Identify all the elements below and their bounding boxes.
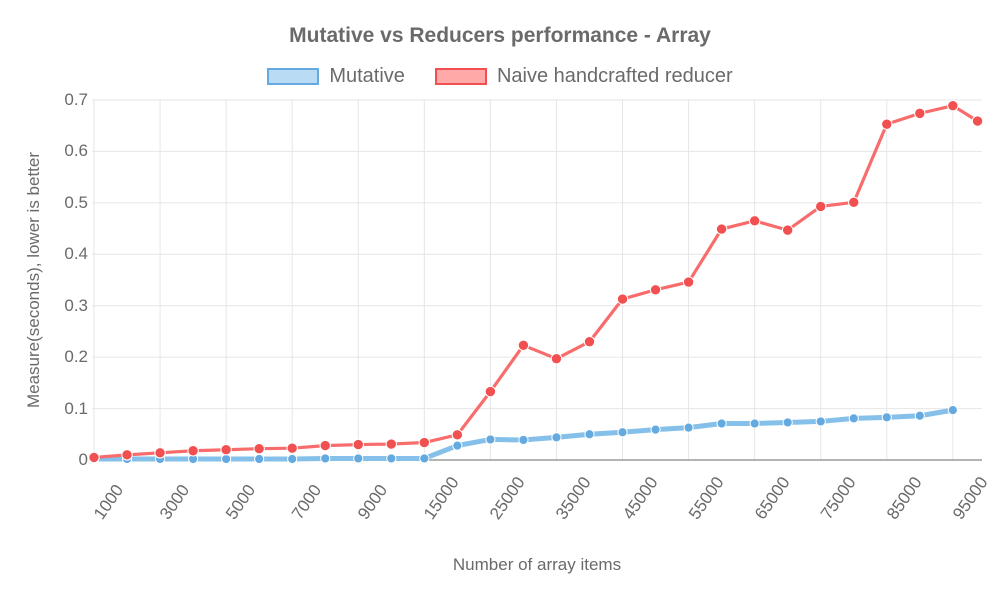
x-tick-labels: 1000 3000 5000 7000 9000 15000 25000 35000 45000… (92, 468, 982, 548)
y-tick: 0.4 (28, 244, 88, 264)
x-tick: 35000 (552, 473, 596, 523)
y-tick: 0.1 (28, 399, 88, 419)
y-tick: 0.3 (28, 296, 88, 316)
legend-swatch-naive (435, 68, 487, 85)
legend-label: Naive handcrafted reducer (497, 65, 733, 88)
legend-item-mutative[interactable]: Mutative (267, 65, 405, 88)
y-tick: 0.7 (28, 90, 88, 110)
y-tick: 0.2 (28, 347, 88, 367)
grid (92, 100, 982, 460)
x-tick: 25000 (486, 473, 530, 523)
x-axis-title: Number of array items (92, 555, 982, 575)
x-tick: 55000 (685, 473, 729, 523)
y-tick: 0.5 (28, 193, 88, 213)
x-tick: 75000 (817, 473, 861, 523)
legend-item-naive[interactable]: Naive handcrafted reducer (435, 65, 733, 88)
x-tick: 9000 (354, 481, 392, 523)
x-tick: 45000 (619, 473, 663, 523)
plot-area (92, 100, 982, 460)
x-tick: 95000 (949, 473, 993, 523)
chart-title: Mutative vs Reducers performance - Array (0, 24, 1000, 48)
y-tick: 0.6 (28, 141, 88, 161)
x-tick: 15000 (420, 473, 464, 523)
x-tick: 85000 (883, 473, 927, 523)
x-tick: 3000 (156, 481, 194, 523)
y-tick: 0 (28, 450, 88, 470)
x-tick: 5000 (222, 481, 260, 523)
x-tick: 7000 (288, 481, 326, 523)
legend: Mutative Naive handcrafted reducer (0, 65, 1000, 88)
x-tick: 65000 (751, 473, 795, 523)
x-tick: 1000 (90, 481, 128, 523)
legend-swatch-mutative (267, 68, 319, 85)
series-mutative (89, 406, 957, 464)
legend-label: Mutative (329, 65, 405, 88)
